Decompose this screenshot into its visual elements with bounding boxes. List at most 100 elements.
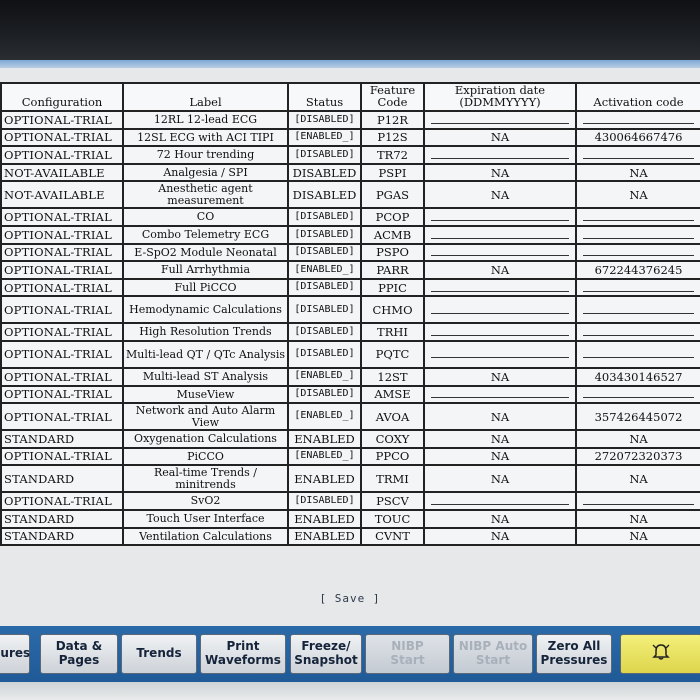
- table-row[interactable]: OPTIONAL-TRIAL SvO2 [DISABLED] PSCV: [0, 491, 700, 511]
- activation-cell[interactable]: NA: [575, 526, 700, 547]
- table-row[interactable]: OPTIONAL-TRIAL Multi-lead QT / QTc Analys…: [0, 339, 700, 369]
- softkey-nibp-auto-start[interactable]: NIBP Auto Start: [453, 634, 533, 674]
- status-cell: [DISABLED]: [287, 145, 362, 165]
- activation-cell[interactable]: NA: [575, 429, 700, 449]
- activation-cell[interactable]: [575, 277, 700, 298]
- table-row[interactable]: OPTIONAL-TRIAL PiCCO [ENABLED_] PPCO NA 27207…: [0, 446, 700, 467]
- table-row[interactable]: STANDARD Ventilation Calculations ENABLED C…: [0, 526, 700, 547]
- expiration-input-line[interactable]: [431, 390, 569, 399]
- table-row[interactable]: OPTIONAL-TRIAL E-SpO2 Module Neonatal [DIS…: [0, 242, 700, 263]
- table-row[interactable]: OPTIONAL-TRIAL CO [DISABLED] PCOP: [0, 207, 700, 227]
- expiration-cell[interactable]: NA: [423, 402, 577, 432]
- activation-cell[interactable]: [575, 384, 700, 405]
- softkey-procedures[interactable]: dures: [0, 634, 30, 674]
- expiration-input-line[interactable]: [431, 213, 569, 222]
- expiration-input-line[interactable]: [431, 231, 569, 239]
- activation-cell[interactable]: [575, 295, 700, 325]
- activation-cell[interactable]: [575, 242, 700, 263]
- activation-cell[interactable]: [575, 322, 700, 342]
- expiration-input-line[interactable]: [431, 248, 569, 257]
- expiration-cell[interactable]: [423, 224, 577, 245]
- table-row[interactable]: NOT-AVAILABLE Anesthetic agent measuremen…: [0, 180, 700, 210]
- monitor-bezel: [0, 0, 700, 60]
- expiration-cell[interactable]: [423, 145, 577, 165]
- table-row[interactable]: OPTIONAL-TRIAL Hemodynamic Calculations [D…: [0, 295, 700, 325]
- activation-input-line[interactable]: [583, 213, 694, 222]
- softkey-freeze-snapshot[interactable]: Freeze/ Snapshot: [290, 634, 362, 674]
- table-row[interactable]: OPTIONAL-TRIAL MuseView [DISABLED] AMSE: [0, 384, 700, 405]
- expiration-input-line[interactable]: [431, 497, 569, 506]
- expiration-cell[interactable]: [423, 277, 577, 298]
- activation-cell[interactable]: [575, 491, 700, 511]
- table-row[interactable]: OPTIONAL-TRIAL Full Arrhythmia [ENABLED_] P…: [0, 260, 700, 280]
- table-row[interactable]: OPTIONAL-TRIAL Network and Auto Alarm Vie…: [0, 402, 700, 432]
- activation-cell[interactable]: [575, 207, 700, 227]
- expiration-cell[interactable]: [423, 295, 577, 325]
- expiration-input-line[interactable]: [431, 306, 569, 314]
- expiration-cell[interactable]: NA: [423, 127, 577, 148]
- activation-input-line[interactable]: [583, 350, 694, 359]
- activation-input-line[interactable]: [583, 248, 694, 257]
- expiration-cell[interactable]: NA: [423, 446, 577, 467]
- activation-input-line[interactable]: [583, 390, 694, 399]
- table-row[interactable]: OPTIONAL-TRIAL 12RL 12-lead ECG [DISABLED]…: [0, 110, 700, 130]
- expiration-input-line[interactable]: [431, 116, 569, 124]
- softkey-print-waveforms[interactable]: Print Waveforms: [200, 634, 286, 674]
- table-row[interactable]: OPTIONAL-TRIAL 72 Hour trending [DISABLED]…: [0, 145, 700, 165]
- expiration-input-line[interactable]: [431, 151, 569, 159]
- table-row[interactable]: OPTIONAL-TRIAL Multi-lead ST Analysis [ENA…: [0, 366, 700, 387]
- softkey-zero-all-pressures[interactable]: Zero All Pressures: [536, 634, 612, 674]
- activation-cell[interactable]: 357426445072: [575, 402, 700, 432]
- activation-cell[interactable]: 430064667476: [575, 127, 700, 148]
- table-row[interactable]: OPTIONAL-TRIAL High Resolution Trends [DIS…: [0, 322, 700, 342]
- table-row[interactable]: NOT-AVAILABLE Analgesia / SPI DISABLED PSPI…: [0, 162, 700, 183]
- activation-cell[interactable]: [575, 224, 700, 245]
- activation-input-line[interactable]: [583, 306, 694, 314]
- expiration-cell[interactable]: NA: [423, 366, 577, 387]
- activation-cell[interactable]: NA: [575, 464, 700, 494]
- save-button[interactable]: [ Save ]: [300, 592, 400, 610]
- expiration-cell[interactable]: NA: [423, 464, 577, 494]
- activation-cell[interactable]: [575, 339, 700, 369]
- expiration-cell[interactable]: NA: [423, 162, 577, 183]
- table-row[interactable]: STANDARD Touch User Interface ENABLED TOUC N…: [0, 508, 700, 529]
- expiration-cell[interactable]: [423, 339, 577, 369]
- softkey-nibp-start[interactable]: NIBP Start: [365, 634, 450, 674]
- activation-cell[interactable]: 403430146527: [575, 366, 700, 387]
- expiration-cell[interactable]: NA: [423, 508, 577, 529]
- table-row[interactable]: OPTIONAL-TRIAL 12SL ECG with ACI TIPI [ENA…: [0, 127, 700, 148]
- table-row[interactable]: STANDARD Oxygenation Calculations ENABLED C…: [0, 429, 700, 449]
- table-row[interactable]: OPTIONAL-TRIAL Full PiCCO [DISABLED] PPIC: [0, 277, 700, 298]
- activation-cell[interactable]: NA: [575, 180, 700, 210]
- activation-cell[interactable]: NA: [575, 508, 700, 529]
- expiration-cell[interactable]: [423, 322, 577, 342]
- expiration-cell[interactable]: [423, 491, 577, 511]
- activation-input-line[interactable]: [583, 231, 694, 239]
- activation-cell[interactable]: [575, 145, 700, 165]
- softkey-trends[interactable]: Trends: [121, 634, 197, 674]
- expiration-input-line[interactable]: [431, 328, 569, 337]
- expiration-input-line[interactable]: [431, 284, 569, 292]
- table-row[interactable]: STANDARD Real-time Trends / minitrends ENA…: [0, 464, 700, 494]
- activation-input-line[interactable]: [583, 151, 694, 159]
- expiration-cell[interactable]: [423, 207, 577, 227]
- activation-cell[interactable]: 272072320373: [575, 446, 700, 467]
- activation-input-line[interactable]: [583, 497, 694, 506]
- expiration-cell[interactable]: NA: [423, 526, 577, 547]
- expiration-cell[interactable]: [423, 110, 577, 130]
- activation-input-line[interactable]: [583, 284, 694, 292]
- expiration-cell[interactable]: NA: [423, 429, 577, 449]
- table-row[interactable]: OPTIONAL-TRIAL Combo Telemetry ECG [DISABL…: [0, 224, 700, 245]
- activation-cell[interactable]: [575, 110, 700, 130]
- expiration-cell[interactable]: NA: [423, 180, 577, 210]
- expiration-cell[interactable]: [423, 242, 577, 263]
- activation-cell[interactable]: 672244376245: [575, 260, 700, 280]
- activation-input-line[interactable]: [583, 328, 694, 337]
- activation-input-line[interactable]: [583, 116, 694, 124]
- activation-cell[interactable]: NA: [575, 162, 700, 183]
- expiration-cell[interactable]: [423, 384, 577, 405]
- expiration-input-line[interactable]: [431, 350, 569, 359]
- softkey-data-pages[interactable]: Data & Pages: [40, 634, 118, 674]
- expiration-cell[interactable]: NA: [423, 260, 577, 280]
- softkey-alarm-silence[interactable]: [620, 634, 700, 674]
